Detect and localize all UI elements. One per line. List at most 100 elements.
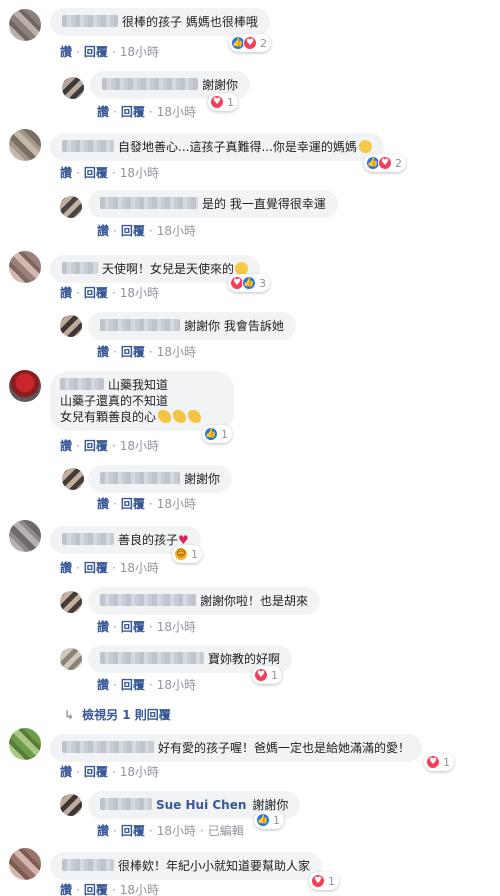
reactions-badge[interactable]: 👍 1 — [254, 811, 284, 829]
timestamp[interactable]: 18小時 — [157, 678, 196, 692]
timestamp[interactable]: 18小時 — [120, 166, 159, 180]
blurred-author-name[interactable] — [100, 652, 204, 664]
comment-text: 自發地善心...這孩子真難得...你是幸運的媽媽 — [118, 140, 357, 154]
timestamp[interactable]: 18小時 — [120, 883, 159, 896]
reactions-badge[interactable]: 👍 ♥ 2 — [229, 34, 271, 52]
reactions-badge[interactable]: ☺ 1 — [172, 545, 202, 563]
like-button[interactable]: 讚 — [60, 561, 72, 575]
reactions-badge[interactable]: 👍 ♥ 2 — [364, 154, 406, 172]
comment-actions: 讚 · 回覆 · 18小時 — [60, 883, 159, 896]
timestamp[interactable]: 18小時 — [120, 439, 159, 453]
avatar[interactable] — [9, 9, 41, 41]
reactions-badge[interactable]: ♥ 1 — [424, 753, 454, 771]
reply-button[interactable]: 回覆 — [121, 345, 145, 359]
blurred-author-name[interactable] — [62, 140, 114, 152]
blurred-author-name[interactable] — [62, 859, 114, 871]
like-button[interactable]: 讚 — [97, 105, 109, 119]
avatar[interactable] — [9, 728, 41, 760]
timestamp[interactable]: 18小時 — [157, 824, 196, 838]
timestamp[interactable]: 18小時 — [157, 105, 196, 119]
like-button[interactable]: 讚 — [97, 497, 109, 511]
avatar[interactable] — [9, 520, 41, 552]
like-button[interactable]: 讚 — [60, 166, 72, 180]
comment-text: 善良的孩子 — [118, 533, 179, 547]
comment-bubble: 謝謝你 我會告訴她 — [88, 312, 296, 340]
timestamp[interactable]: 18小時 — [157, 345, 196, 359]
comment-text: 寶妳教的好啊 — [208, 652, 281, 666]
avatar[interactable] — [60, 794, 82, 816]
timestamp[interactable]: 18小時 — [120, 765, 159, 779]
comment-bubble: 山藥我知道 山藥子還真的不知道 女兒有顆善良的心 — [50, 371, 234, 431]
reaction-count: 1 — [221, 427, 228, 441]
reply-button[interactable]: 回覆 — [121, 620, 145, 634]
like-button[interactable]: 讚 — [60, 439, 72, 453]
comment-text: 好有愛的孩子喔！爸媽一定也是給她滿滿的愛！ — [158, 741, 411, 755]
reply-button[interactable]: 回覆 — [84, 166, 108, 180]
love-reaction-icon: ♥ — [254, 668, 268, 682]
like-button[interactable]: 讚 — [60, 45, 72, 59]
blurred-author-name[interactable] — [100, 319, 180, 331]
comment-bubble: 好有愛的孩子喔！爸媽一定也是給她滿滿的愛！ — [50, 734, 423, 762]
comment-actions: 讚 · 回覆 · 18小時 — [60, 286, 159, 300]
avatar[interactable] — [9, 251, 41, 283]
like-button[interactable]: 讚 — [97, 620, 109, 634]
like-button[interactable]: 讚 — [60, 883, 72, 896]
blurred-author-name[interactable] — [62, 741, 154, 753]
edited-label[interactable]: 已編輯 — [208, 824, 244, 838]
blurred-author-name[interactable] — [62, 15, 118, 27]
reply-button[interactable]: 回覆 — [121, 497, 145, 511]
blurred-author-name[interactable] — [100, 197, 198, 209]
reply-button[interactable]: 回覆 — [84, 883, 108, 896]
timestamp[interactable]: 18小時 — [120, 45, 159, 59]
avatar[interactable] — [9, 848, 41, 880]
blurred-author-name[interactable] — [60, 378, 104, 390]
reply-button[interactable]: 回覆 — [84, 45, 108, 59]
reply-button[interactable]: 回覆 — [121, 678, 145, 692]
reactions-badge[interactable]: ♥ 1 — [208, 93, 238, 111]
author-name[interactable]: Sue Hui Chen — [156, 798, 246, 812]
avatar[interactable] — [9, 370, 41, 402]
like-button[interactable]: 讚 — [97, 345, 109, 359]
reply-button[interactable]: 回覆 — [121, 105, 145, 119]
reply-button[interactable]: 回覆 — [121, 224, 145, 238]
avatar[interactable] — [62, 77, 84, 99]
timestamp[interactable]: 18小時 — [157, 497, 196, 511]
view-more-replies-link[interactable]: ↳ 檢視另 1 則回覆 — [64, 706, 171, 723]
like-button[interactable]: 讚 — [97, 678, 109, 692]
timestamp[interactable]: 18小時 — [120, 561, 159, 575]
like-button[interactable]: 讚 — [97, 824, 109, 838]
avatar[interactable] — [62, 468, 84, 490]
reply-button[interactable]: 回覆 — [84, 561, 108, 575]
avatar[interactable] — [60, 591, 82, 613]
reply-button[interactable]: 回覆 — [121, 824, 145, 838]
comment-text: 謝謝你 — [252, 798, 289, 812]
reaction-count: 1 — [443, 755, 450, 769]
reply-button[interactable]: 回覆 — [84, 439, 108, 453]
reactions-badge[interactable]: ♥ 1 — [252, 666, 282, 684]
avatar[interactable] — [9, 129, 41, 161]
blurred-author-name[interactable] — [100, 798, 152, 810]
blurred-author-name[interactable] — [102, 78, 198, 90]
reactions-badge[interactable]: ♥ 👍 3 — [228, 274, 270, 292]
reactions-badge[interactable]: 👍 1 — [202, 425, 232, 443]
like-button[interactable]: 讚 — [60, 286, 72, 300]
reactions-badge[interactable]: ♥ 1 — [309, 872, 339, 890]
avatar[interactable] — [60, 648, 82, 670]
blurred-author-name[interactable] — [100, 472, 180, 484]
reply-button[interactable]: 回覆 — [84, 286, 108, 300]
blurred-author-name[interactable] — [62, 533, 114, 545]
blurred-author-name[interactable] — [100, 594, 196, 606]
blurred-author-name[interactable] — [62, 262, 98, 274]
like-button[interactable]: 讚 — [97, 224, 109, 238]
avatar[interactable] — [60, 196, 82, 218]
timestamp[interactable]: 18小時 — [157, 620, 196, 634]
comment-actions: 讚 · 回覆 · 18小時 — [97, 224, 196, 238]
reaction-count: 1 — [271, 668, 278, 682]
like-button[interactable]: 讚 — [60, 765, 72, 779]
reply-button[interactable]: 回覆 — [84, 765, 108, 779]
avatar[interactable] — [60, 315, 82, 337]
timestamp[interactable]: 18小時 — [157, 224, 196, 238]
timestamp[interactable]: 18小時 — [120, 286, 159, 300]
comment-actions: 讚 · 回覆 · 18小時 — [97, 678, 196, 692]
comment-text-line: 山藥子還真的不知道 — [60, 394, 169, 408]
